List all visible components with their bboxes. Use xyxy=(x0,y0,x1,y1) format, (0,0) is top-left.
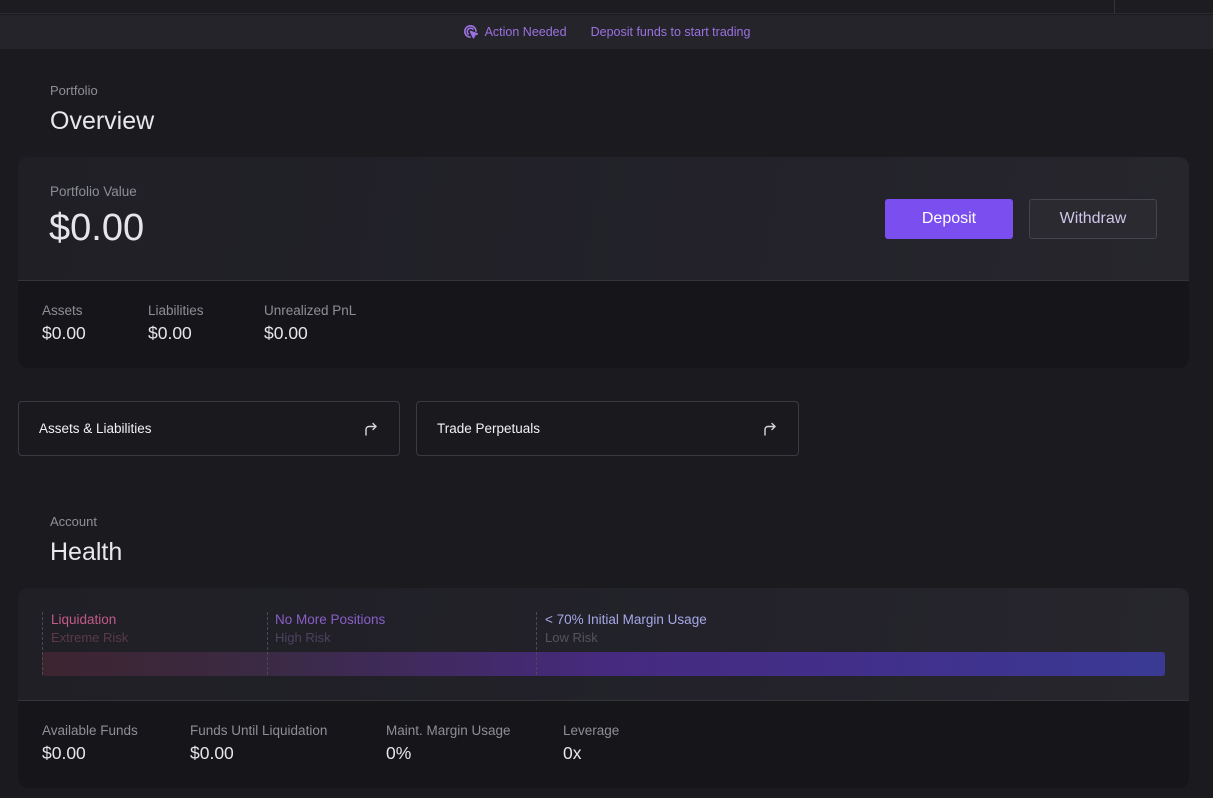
stat-label: Assets xyxy=(42,303,83,318)
stat-label: Unrealized PnL xyxy=(264,303,357,318)
health-gauge-bar xyxy=(42,652,1165,676)
stat-value: 0x xyxy=(563,743,582,763)
stat-available-funds: Available Funds $0.00 xyxy=(42,723,138,764)
marker-initial-margin: < 70% Initial Margin Usage Low Risk xyxy=(545,612,707,645)
banner-action-label: Action Needed xyxy=(484,25,567,39)
marker-title: < 70% Initial Margin Usage xyxy=(545,612,707,627)
marker-liquidation: Liquidation Extreme Risk xyxy=(51,612,128,645)
portfolio-value: $0.00 xyxy=(49,207,145,249)
top-bar-divider xyxy=(1114,0,1115,14)
health-title: Health xyxy=(50,538,123,566)
stat-assets: Assets $0.00 xyxy=(42,303,86,344)
marker-no-more-positions: No More Positions High Risk xyxy=(275,612,385,645)
overview-title: Overview xyxy=(50,107,155,135)
stat-value: 0% xyxy=(386,743,412,763)
stat-label: Funds Until Liquidation xyxy=(190,723,328,738)
arrow-turn-right-icon xyxy=(762,421,778,437)
gauge-divider xyxy=(536,612,537,675)
action-banner: Action Needed Deposit funds to start tra… xyxy=(0,15,1213,49)
health-card: Liquidation Extreme Risk No More Positio… xyxy=(18,588,1189,788)
gauge-divider xyxy=(42,612,43,675)
marker-subtitle: Extreme Risk xyxy=(51,630,129,645)
stat-liabilities: Liabilities $0.00 xyxy=(148,303,204,344)
stat-value: $0.00 xyxy=(148,323,192,343)
marker-title: No More Positions xyxy=(275,612,386,627)
stat-label: Leverage xyxy=(563,723,620,738)
stat-leverage: Leverage 0x xyxy=(563,723,619,764)
stat-value: $0.00 xyxy=(42,743,86,763)
stat-value: $0.00 xyxy=(190,743,234,763)
link-label: Trade Perpetuals xyxy=(437,421,541,436)
portfolio-card: Portfolio Value $0.00 Deposit Withdraw A… xyxy=(18,157,1189,368)
banner-deposit-link[interactable]: Deposit funds to start trading xyxy=(591,25,751,39)
marker-subtitle: High Risk xyxy=(275,630,331,645)
gauge-divider xyxy=(267,612,268,675)
stat-label: Available Funds xyxy=(42,723,138,738)
health-gauge-panel: Liquidation Extreme Risk No More Positio… xyxy=(18,588,1189,701)
cursor-click-icon xyxy=(463,24,479,40)
link-label: Assets & Liabilities xyxy=(39,421,152,436)
stat-label: Liabilities xyxy=(148,303,204,318)
arrow-turn-right-icon xyxy=(363,421,379,437)
stat-value: $0.00 xyxy=(42,323,86,343)
deposit-button[interactable]: Deposit xyxy=(885,199,1013,239)
stat-unrealized-pnl: Unrealized PnL $0.00 xyxy=(264,303,356,344)
portfolio-section-label: Portfolio xyxy=(50,83,98,98)
portfolio-value-label: Portfolio Value xyxy=(50,184,137,199)
marker-subtitle: Low Risk xyxy=(545,630,598,645)
account-section-label: Account xyxy=(50,514,97,529)
withdraw-button[interactable]: Withdraw xyxy=(1029,199,1157,239)
trade-perpetuals-link[interactable]: Trade Perpetuals xyxy=(416,401,799,456)
top-bar xyxy=(0,0,1213,14)
stat-label: Maint. Margin Usage xyxy=(386,723,511,738)
assets-liabilities-link[interactable]: Assets & Liabilities xyxy=(18,401,400,456)
stat-value: $0.00 xyxy=(264,323,308,343)
stat-maint-margin-usage: Maint. Margin Usage 0% xyxy=(386,723,511,764)
portfolio-value-panel: Portfolio Value $0.00 Deposit Withdraw xyxy=(18,157,1189,281)
stat-funds-until-liquidation: Funds Until Liquidation $0.00 xyxy=(190,723,327,764)
marker-title: Liquidation xyxy=(51,612,117,627)
